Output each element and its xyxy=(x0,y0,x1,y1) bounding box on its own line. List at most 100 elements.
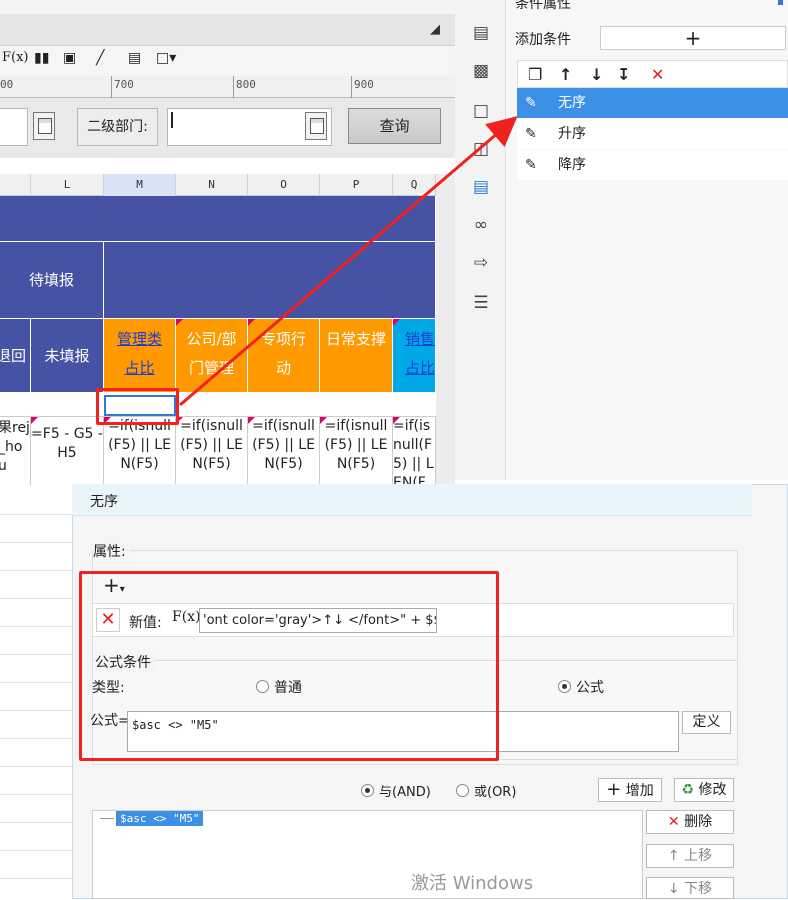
copy-icon[interactable]: ❐ xyxy=(528,65,542,84)
col-special-action[interactable]: 专项行动 xyxy=(248,319,320,393)
add-condition-button[interactable]: + xyxy=(600,26,786,50)
formula-cell[interactable]: =F5 - G5 - H5 xyxy=(31,417,104,486)
down-arrow-icon: ↓ xyxy=(667,881,680,897)
condition-toolbar: ❐ ↑ ↓ ↧ ✕ xyxy=(517,60,788,88)
formula-cell[interactable]: =if(isnull(F5) || LEN(F5) xyxy=(176,417,248,486)
header-pending[interactable]: 待填报 xyxy=(0,242,104,319)
logic-and-radio[interactable] xyxy=(361,784,374,797)
move-down-label: 下移 xyxy=(684,881,713,897)
tree-icon[interactable]: ☰ xyxy=(470,292,492,314)
cell-attr-icon[interactable]: ▤ xyxy=(470,22,492,44)
annotation-box-m5 xyxy=(96,388,179,425)
col-daily-support[interactable]: 日常支撑 xyxy=(320,319,393,393)
condition-attr-icon[interactable]: ▤ xyxy=(470,176,492,198)
col-sales-ratio[interactable]: 销售占比 xyxy=(393,319,436,393)
add-button[interactable]: + 增加 xyxy=(598,778,662,802)
ruler-line xyxy=(111,76,112,98)
formula-cell[interactable]: 果rej_hou xyxy=(0,417,31,486)
logic-or-radio[interactable] xyxy=(456,784,469,797)
text-cursor xyxy=(171,112,173,128)
text-block-icon[interactable]: ▤ xyxy=(128,50,141,66)
move-down-icon[interactable]: ↓ xyxy=(590,65,603,84)
sheet-title-row xyxy=(0,196,436,242)
formula-cell[interactable]: =if(isnull(F5) || LEN(F5) xyxy=(104,417,176,486)
dialog-title: 无序 xyxy=(90,494,118,510)
designer-titlebar xyxy=(0,14,455,46)
horizontal-ruler: 00 700 800 900 xyxy=(0,76,455,98)
formula-cell[interactable]: =if(isnull(F5) || LEN(F5) xyxy=(393,417,436,486)
frame-icon[interactable]: □ xyxy=(470,100,492,122)
column-header[interactable]: O xyxy=(248,174,320,196)
blank-row xyxy=(0,393,436,417)
slash-line-icon[interactable]: ╱ xyxy=(96,50,104,66)
query-button[interactable]: 查询 xyxy=(348,108,441,144)
move-down-button[interactable]: ↓ 下移 xyxy=(646,877,734,899)
col-unfilled[interactable]: 未填报 xyxy=(31,319,104,393)
edit-pen-icon: ✎ xyxy=(525,157,537,173)
header-group[interactable] xyxy=(104,242,436,319)
condition-item-label: 升序 xyxy=(558,126,586,142)
type-formula-radio[interactable] xyxy=(558,680,571,693)
logic-or-label[interactable]: 或(OR) xyxy=(474,781,516,800)
column-header-row: L M N O P Q xyxy=(0,174,436,196)
col-mgmt-ratio[interactable]: 管理类占比 xyxy=(104,319,176,393)
grid-line xyxy=(0,738,72,739)
column-header[interactable]: N xyxy=(176,174,248,196)
type-formula-label[interactable]: 公式 xyxy=(576,677,604,697)
insert-toolbar: F(x) ▮▮ ▣ ╱ ▤ □▾ xyxy=(0,46,455,76)
cell-marker xyxy=(393,319,400,326)
move-up-icon[interactable]: ↑ xyxy=(559,65,572,84)
grid-line xyxy=(0,850,72,851)
edit-pen-icon: ✎ xyxy=(525,126,537,142)
condition-item-label: 无序 xyxy=(558,95,586,111)
condition-list-item[interactable]: $asc <> "M5" xyxy=(116,811,204,826)
condition-item-asc[interactable]: ✎ 升序 xyxy=(517,119,788,149)
formula-cell[interactable]: =if(isnull(F5) || LEN(F5) xyxy=(248,417,320,486)
col-company-dept[interactable]: 公司/部门管理 xyxy=(176,319,248,393)
move-up-button[interactable]: ↑ 上移 xyxy=(646,844,734,868)
formula-icon[interactable]: F(x) xyxy=(2,50,29,65)
ruler-tick: 00 xyxy=(0,78,14,91)
top-strip xyxy=(0,0,455,14)
bar-chart-icon[interactable]: ▮▮ xyxy=(34,50,49,66)
formula-cell[interactable]: =if(isnull(F5) || LEN(F5) xyxy=(320,417,393,486)
cell-style-icon[interactable]: ▩ xyxy=(470,60,492,82)
grid-line xyxy=(0,542,72,543)
property-label: 属性: xyxy=(93,541,130,561)
border-icon[interactable]: □▾ xyxy=(156,50,176,66)
cell-marker xyxy=(393,417,400,424)
condition-item-desc[interactable]: ✎ 降序 xyxy=(517,150,788,180)
ruler-tick: 800 xyxy=(236,78,256,91)
column-header[interactable]: Q xyxy=(393,174,436,196)
modify-button-label: 修改 xyxy=(698,782,727,798)
modify-button[interactable]: ♻ 修改 xyxy=(674,778,734,802)
sheet-scroll-strip[interactable] xyxy=(436,174,455,486)
column-header[interactable]: L xyxy=(31,174,104,196)
grid-line xyxy=(0,710,72,711)
hyperlink-icon[interactable]: ∞ xyxy=(470,214,492,236)
title-accent xyxy=(778,0,783,5)
image-icon[interactable]: ▣ xyxy=(63,50,76,66)
grid-line xyxy=(0,878,72,879)
add-button-label: 增加 xyxy=(625,783,654,799)
col-returned[interactable]: 退回 xyxy=(0,319,31,393)
column-header[interactable]: P xyxy=(320,174,393,196)
move-bottom-icon[interactable]: ↧ xyxy=(617,65,630,84)
delete-icon[interactable]: ✕ xyxy=(651,65,664,84)
report-sheet: 待填报 退回 未填报 管理类占比 公司/部门管理 专项行动 日常支撑 销售占比 … xyxy=(0,196,436,486)
widget-icon[interactable]: ◫ xyxy=(470,138,492,160)
annotation-box-formula xyxy=(79,571,499,761)
select-icon[interactable] xyxy=(33,112,55,140)
select-icon[interactable] xyxy=(305,112,327,140)
condition-item-none[interactable]: ✎ 无序 xyxy=(517,88,788,118)
logic-and-label[interactable]: 与(AND) xyxy=(379,781,431,800)
pin-icon[interactable]: ◢ xyxy=(430,22,440,37)
data-entry-icon[interactable]: ⇨ xyxy=(470,252,492,274)
ruler-line xyxy=(351,76,352,98)
define-button[interactable]: 定义 xyxy=(682,711,731,734)
column-header-selected[interactable]: M xyxy=(104,174,176,196)
grid-line xyxy=(0,766,72,767)
param-input-truncated[interactable] xyxy=(0,108,28,146)
grid-line xyxy=(0,626,72,627)
delete-button[interactable]: ✕ 删除 xyxy=(646,810,734,834)
